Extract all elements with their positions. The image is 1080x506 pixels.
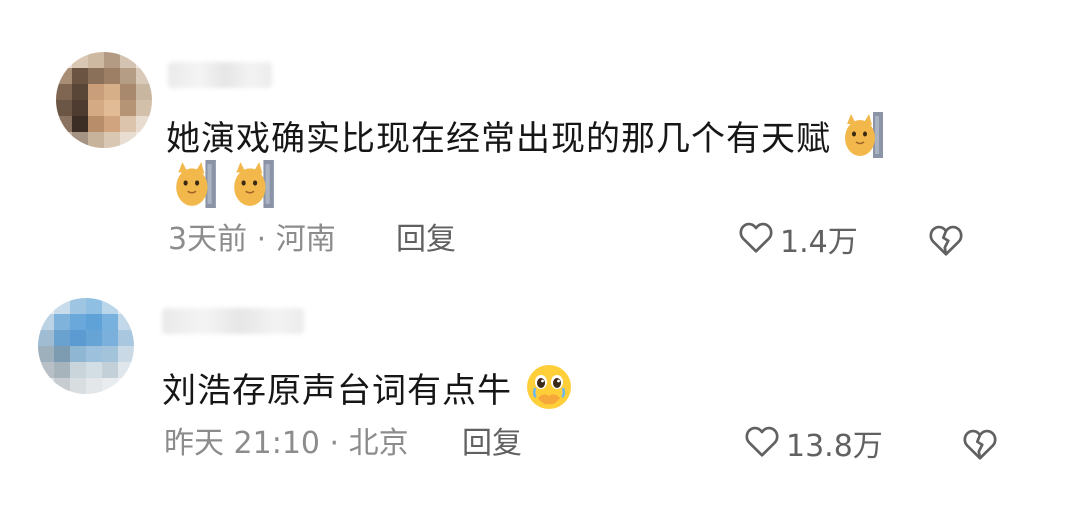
broken-heart-icon [928,225,964,261]
comment-meta: 昨天 21:10 · 北京 [164,426,409,461]
cat-peek-emoji [843,112,883,169]
comment-text: 刘浩存原声台词有点牛 [162,362,574,423]
username[interactable] [162,308,304,334]
dislike-button[interactable] [928,223,964,261]
broken-heart-icon [962,429,998,465]
comment-item: 刘浩存原声台词有点牛 昨天 21:10 · 北京 回复 13.8万 [0,270,1080,506]
username[interactable] [168,62,272,88]
comment-meta: 3天前 · 河南 [168,222,336,257]
emoji-row [174,160,274,212]
comment-text-content: 她演戏确实比现在经常出现的那几个有天赋 [166,119,831,159]
like-button[interactable]: 13.8万 [744,424,883,469]
avatar[interactable] [38,298,134,394]
cat-peek-emoji [232,160,274,212]
comment-text-content: 刘浩存原声台词有点牛 [162,371,512,411]
like-count: 13.8万 [786,428,883,464]
comment-item: 她演戏确实比现在经常出现的那几个有天赋 3天前 · 河南 回复 1.4万 [0,0,1080,270]
cat-peek-emoji [174,160,216,212]
pleading-hands-emoji [524,362,574,423]
reply-button[interactable]: 回复 [396,220,456,260]
reply-button[interactable]: 回复 [462,424,522,464]
like-button[interactable]: 1.4万 [738,220,858,265]
heart-outline-icon [738,220,774,265]
dislike-button[interactable] [962,427,998,465]
heart-outline-icon [744,424,780,469]
avatar[interactable] [56,52,152,148]
like-count: 1.4万 [780,224,858,260]
